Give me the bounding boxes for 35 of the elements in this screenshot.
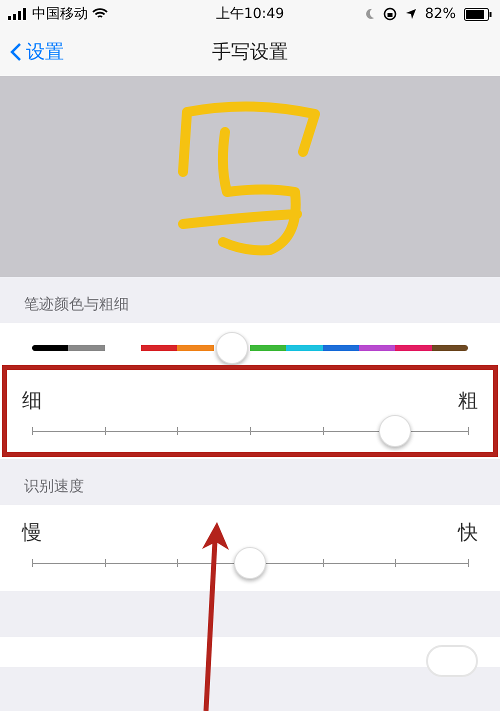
color-swatch[interactable] [286, 345, 323, 351]
step-slider[interactable] [32, 415, 468, 447]
toggle-switch[interactable] [426, 645, 478, 677]
color-swatch[interactable] [358, 345, 396, 351]
color-swatch[interactable] [250, 345, 286, 351]
carrier-name: 中国移动 [32, 4, 88, 24]
status-time: 上午10:49 [214, 4, 286, 24]
max-label: 快 [458, 519, 478, 546]
max-label: 粗 [458, 387, 478, 414]
min-label: 细 [22, 387, 42, 414]
back-button[interactable]: 设置 [10, 38, 64, 66]
moon-icon [364, 8, 375, 20]
battery-icon [464, 8, 492, 20]
battery-percent: 82% [424, 4, 456, 24]
color-swatch[interactable] [432, 345, 468, 351]
color-swatch[interactable] [140, 345, 178, 351]
chevron-left-icon [10, 42, 22, 62]
color-swatch[interactable] [177, 345, 214, 351]
step-slider[interactable] [32, 547, 468, 579]
color-swatch[interactable] [322, 345, 359, 351]
slider-thumb[interactable] [234, 547, 266, 579]
nav-title: 手写设置 [212, 40, 288, 65]
color-swatch[interactable] [32, 345, 68, 351]
rotation-lock-icon [382, 7, 397, 21]
section-header: 笔迹颜色与粗细 [24, 294, 129, 314]
color-swatch[interactable] [68, 345, 105, 351]
slider-thumb[interactable] [216, 332, 248, 364]
signal-icon [8, 8, 28, 20]
color-slider[interactable] [32, 332, 468, 364]
color-swatch[interactable] [395, 345, 432, 351]
location-arrow-icon [404, 8, 417, 20]
slider-thumb[interactable] [379, 415, 412, 447]
min-label: 慢 [22, 519, 42, 546]
wifi-icon [92, 8, 108, 20]
section-header: 识别速度 [24, 476, 84, 496]
